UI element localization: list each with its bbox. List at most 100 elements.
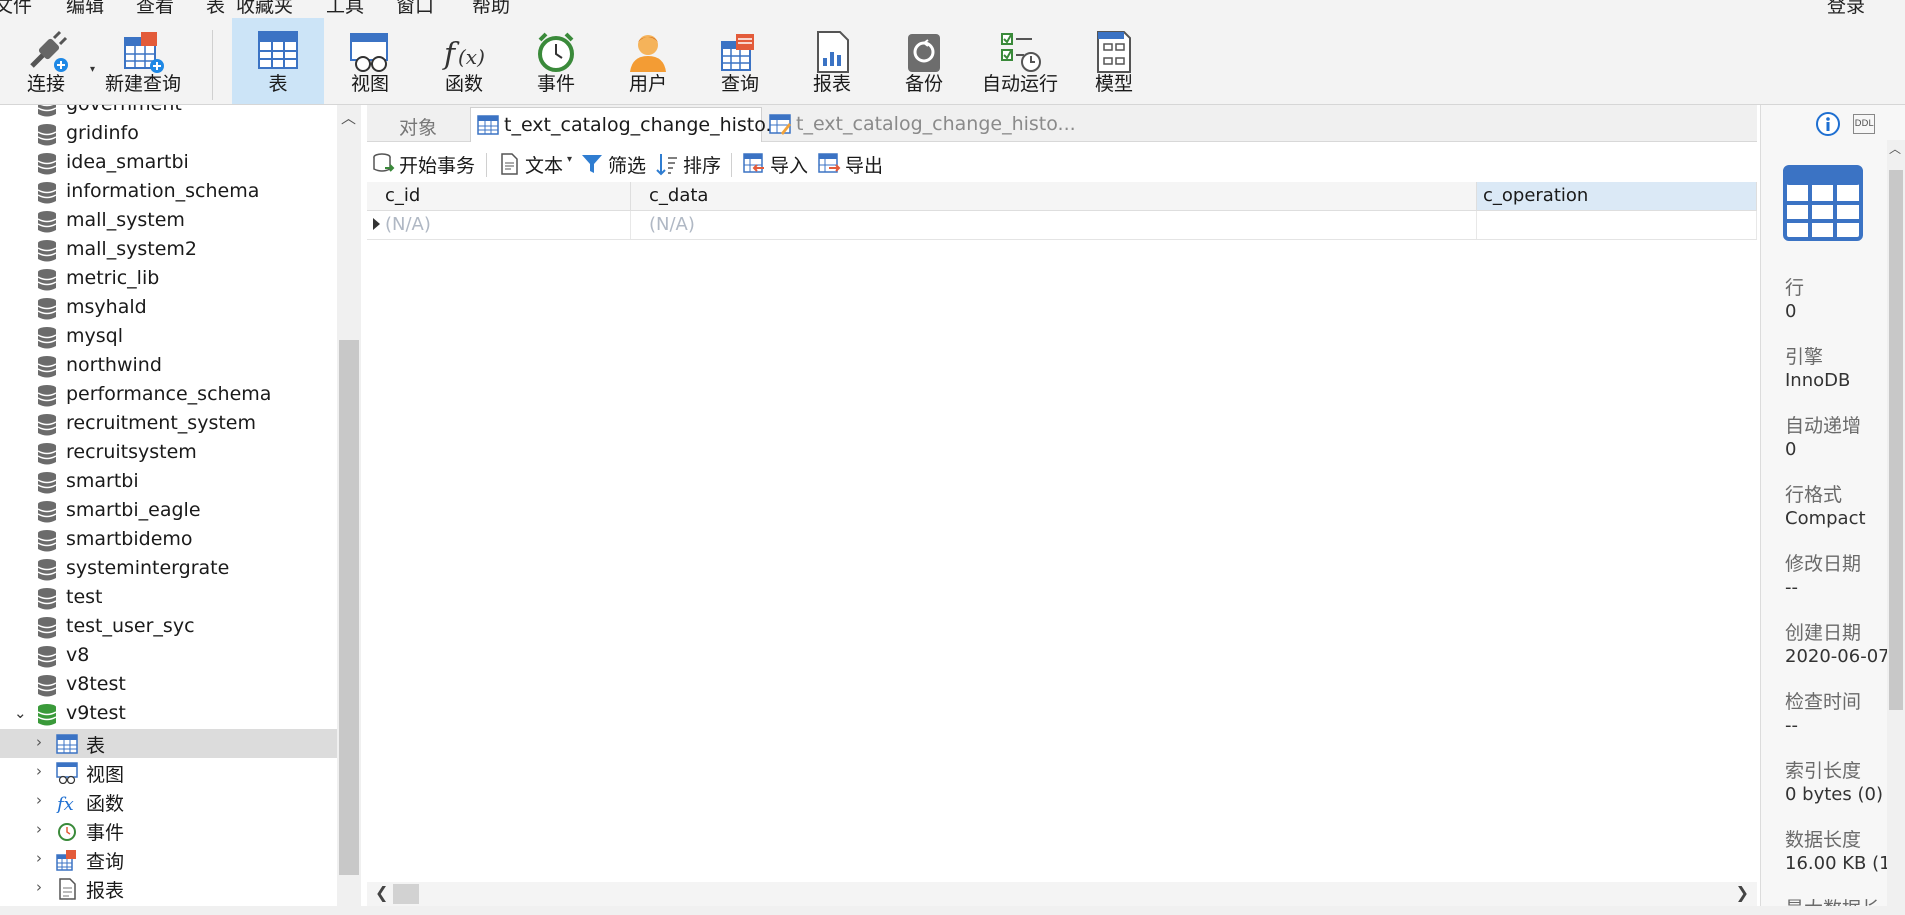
tree-scrollbar[interactable]: ︿ — [337, 105, 361, 910]
tree-item-label: metric_lib — [66, 267, 160, 289]
backup-button[interactable]: 备份 — [880, 20, 968, 104]
chevron-right-icon[interactable]: › — [36, 733, 42, 751]
tree-item-database[interactable]: smartbi — [0, 468, 337, 497]
tree-item-label: smartbi — [66, 470, 139, 492]
tab-table-design[interactable]: t_ext_catalog_change_histo... — [763, 107, 1076, 141]
sort-button[interactable]: 排序 — [655, 150, 725, 178]
chevron-right-icon[interactable]: › — [36, 849, 42, 867]
tree-item-database[interactable]: ⌄ v9test — [0, 700, 337, 729]
tree-item-database[interactable]: smartbi_eagle — [0, 497, 337, 526]
tree-item-function[interactable]: › fx 函数 — [0, 787, 337, 816]
scroll-left-icon[interactable]: ❮ — [375, 883, 388, 902]
menu-window[interactable]: 窗口 — [396, 0, 434, 14]
scroll-up-icon[interactable]: ︿ — [1889, 140, 1901, 157]
tree-item-database[interactable]: mall_system2 — [0, 236, 337, 265]
connect-label: 连接 — [26, 73, 65, 95]
event-button[interactable]: 事件 — [512, 20, 600, 104]
user-label: 用户 — [628, 73, 667, 95]
tree-item-database[interactable]: northwind — [0, 352, 337, 381]
tree-item-database[interactable]: msyhald — [0, 294, 337, 323]
table-cell[interactable] — [1477, 211, 1757, 239]
tree-item-database[interactable]: v8 — [0, 642, 337, 671]
text-view-button[interactable]: 文本 ▾ — [497, 150, 577, 178]
connect-dropdown-caret-icon[interactable]: ▾ — [90, 64, 95, 75]
menu-help[interactable]: 帮助 — [472, 0, 510, 14]
automation-button[interactable]: 自动运行 — [972, 20, 1068, 104]
begin-transaction-button[interactable]: 开始事务 — [371, 150, 481, 178]
tree-item-database[interactable]: recruitsystem — [0, 439, 337, 468]
tree-item-label: information_schema — [66, 180, 260, 202]
user-button[interactable]: 用户 — [604, 20, 692, 104]
chevron-right-icon[interactable]: › — [36, 878, 42, 896]
tree-item-database[interactable]: idea_smartbi — [0, 149, 337, 178]
chevron-down-icon[interactable]: ▾ — [567, 154, 572, 165]
menu-edit[interactable]: 编辑 — [66, 0, 104, 14]
view-button[interactable]: 视图 — [326, 20, 414, 104]
tree-item-database[interactable]: smartbidemo — [0, 526, 337, 555]
model-button[interactable]: 模型 — [1070, 20, 1158, 104]
tree-item-database[interactable]: metric_lib — [0, 265, 337, 294]
new-query-button[interactable]: 新建查询 — [98, 20, 188, 104]
query-button[interactable]: 查询 — [696, 20, 784, 104]
database-icon — [37, 356, 57, 378]
new-query-label: 新建查询 — [104, 73, 181, 95]
tab-table-data[interactable]: t_ext_catalog_change_histo... — [470, 107, 784, 142]
login-link[interactable]: 登录 — [1827, 0, 1865, 14]
database-icon — [37, 472, 57, 494]
table-button[interactable]: 表 — [232, 18, 324, 104]
info-icon[interactable] — [1815, 111, 1841, 137]
chevron-right-icon[interactable]: › — [36, 791, 42, 809]
function-button[interactable]: f (x) 函数 — [420, 20, 508, 104]
tree-item-view[interactable]: › 视图 — [0, 758, 337, 787]
info-scrollbar-thumb[interactable] — [1889, 170, 1903, 710]
column-header-c-data[interactable]: c_data — [631, 182, 1477, 210]
table-cell[interactable]: (N/A) — [367, 211, 631, 239]
event-label: 事件 — [536, 73, 575, 95]
ddl-view-button[interactable]: DDL — [1853, 114, 1875, 134]
grid-horizontal-scrollbar[interactable]: ❮ ❯ — [367, 882, 1757, 906]
export-button[interactable]: 导出 — [817, 150, 887, 178]
tab-objects[interactable]: 对象 — [367, 107, 467, 141]
horizontal-scrollbar-thumb[interactable] — [393, 884, 419, 904]
tree-item-database[interactable]: government — [0, 105, 337, 120]
tree-item-database[interactable]: mall_system — [0, 207, 337, 236]
tree-item-event[interactable]: › 事件 — [0, 816, 337, 845]
ddl-label: DDL — [1854, 119, 1874, 129]
info-field-label: 创建日期 — [1785, 622, 1862, 644]
menu-view[interactable]: 查看 — [136, 0, 174, 14]
database-icon — [37, 385, 57, 407]
menu-table[interactable]: 表 — [206, 0, 225, 14]
scroll-right-icon[interactable]: ❯ — [1736, 883, 1749, 902]
tree-item-database[interactable]: gridinfo — [0, 120, 337, 149]
chevron-down-icon[interactable]: ⌄ — [14, 704, 27, 722]
connect-button[interactable]: 连接 ▾ — [2, 20, 95, 104]
chevron-right-icon[interactable]: › — [36, 820, 42, 838]
info-panel-scrollbar[interactable]: ︿ — [1887, 140, 1905, 915]
tree-item-database[interactable]: recruitment_system — [0, 410, 337, 439]
menu-file[interactable]: 文件 — [0, 0, 32, 14]
table-row[interactable]: (N/A) (N/A) — [367, 211, 1757, 240]
tree-item-database[interactable]: v8test — [0, 671, 337, 700]
tree-item-table[interactable]: › 表 — [0, 729, 337, 758]
tree-scrollbar-thumb[interactable] — [339, 340, 359, 875]
menu-tools[interactable]: 工具 — [326, 0, 364, 14]
tree-item-database[interactable]: test_user_syc — [0, 613, 337, 642]
report-button[interactable]: 报表 — [788, 20, 876, 104]
tree-item-database[interactable]: information_schema — [0, 178, 337, 207]
column-header-c-id[interactable]: c_id — [367, 182, 631, 210]
tree-item-query[interactable]: › 查询 — [0, 845, 337, 874]
tree-item-database[interactable]: mysql — [0, 323, 337, 352]
tree-item-database[interactable]: test — [0, 584, 337, 613]
table-cell[interactable]: (N/A) — [631, 211, 1477, 239]
filter-button[interactable]: 筛选 — [580, 150, 650, 178]
tree-item-report[interactable]: › 报表 — [0, 874, 337, 903]
column-header-c-operation[interactable]: c_operation — [1477, 182, 1757, 210]
menu-favorites[interactable]: 收藏夹 — [236, 0, 293, 14]
import-button[interactable]: 导入 — [742, 150, 812, 178]
chevron-right-icon[interactable]: › — [36, 762, 42, 780]
query-icon — [721, 34, 754, 71]
tree-item-database[interactable]: performance_schema — [0, 381, 337, 410]
table-icon — [56, 734, 78, 754]
tree-item-database[interactable]: systemintergrate — [0, 555, 337, 584]
scroll-up-icon[interactable]: ︿ — [341, 107, 356, 128]
